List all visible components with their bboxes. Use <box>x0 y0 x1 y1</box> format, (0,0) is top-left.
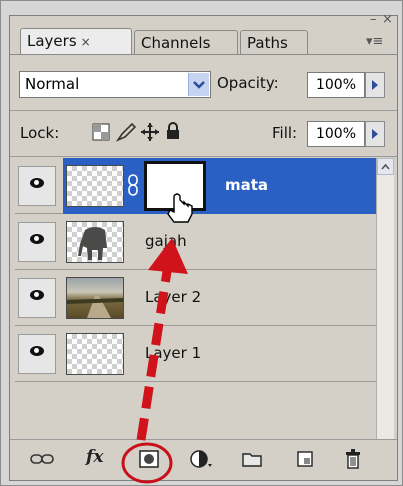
hand-cursor-icon <box>167 193 193 223</box>
annotation-overlay <box>121 193 193 484</box>
add-mask-highlight-circle <box>121 442 173 484</box>
annotation-arrow <box>136 238 188 441</box>
